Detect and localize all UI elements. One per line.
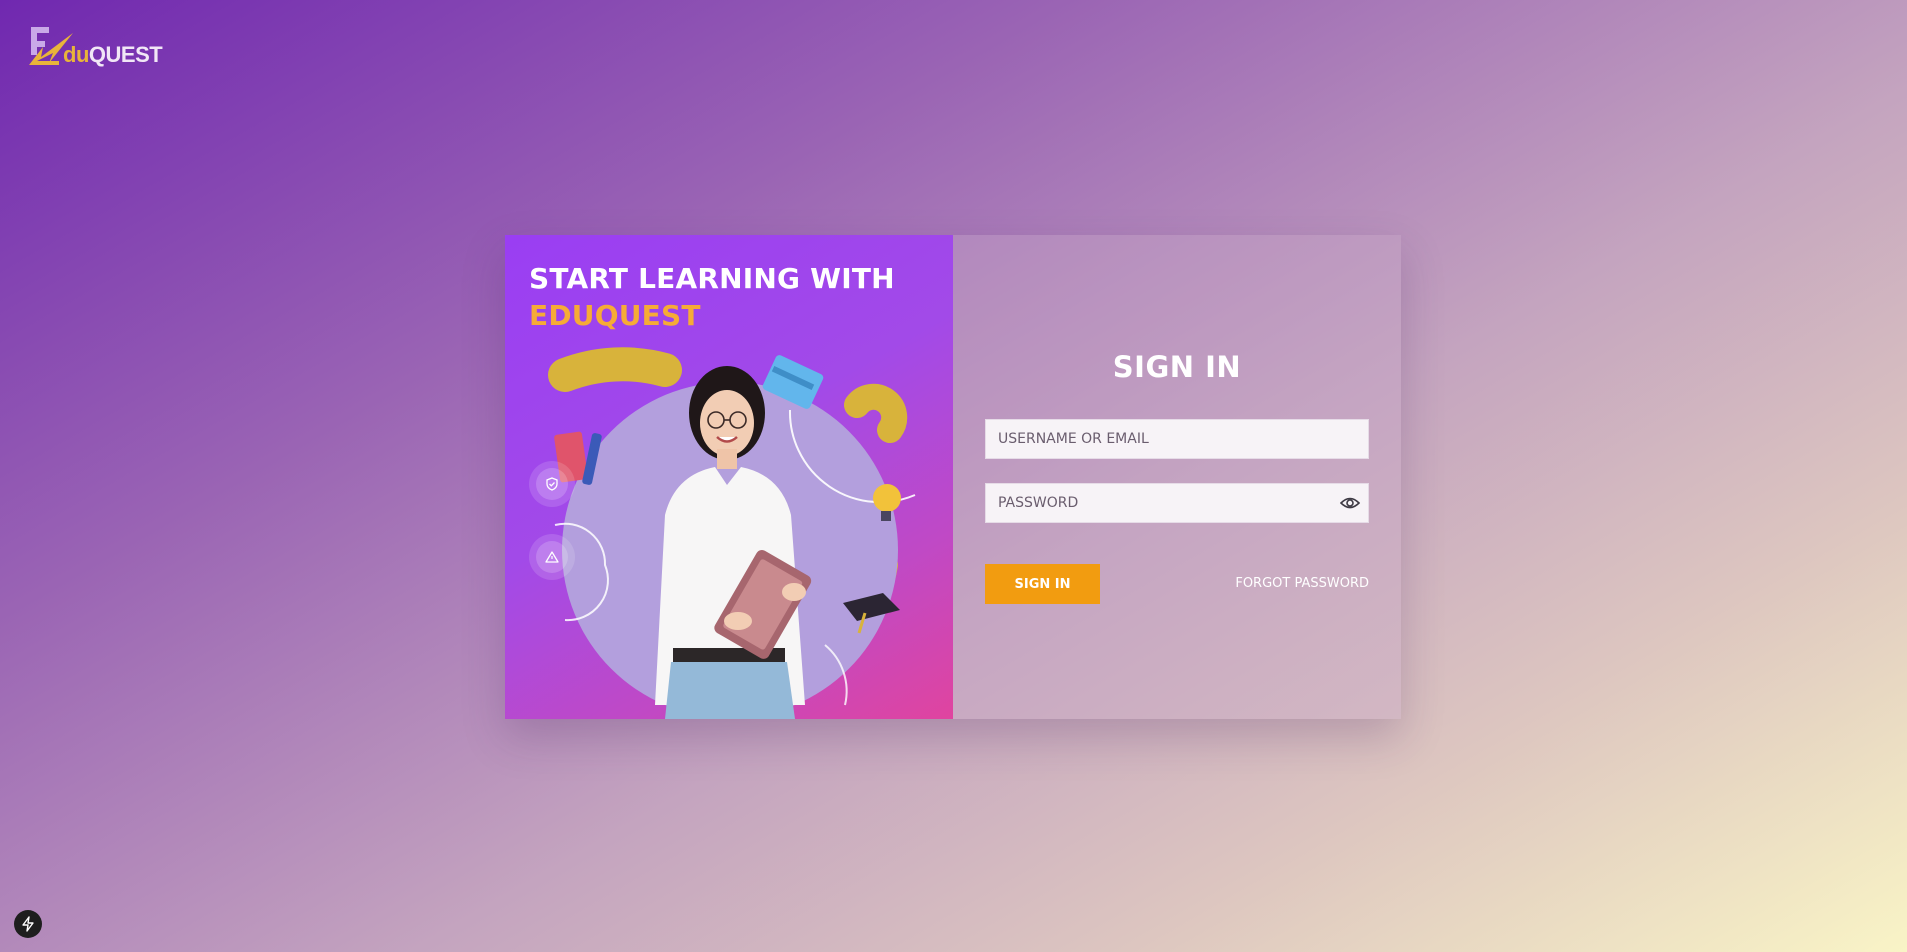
signin-panel: SIGN IN SIGN IN FORGOT PASSWORD xyxy=(953,235,1401,719)
show-password-toggle[interactable] xyxy=(1339,493,1361,513)
lightning-bolt-icon xyxy=(22,916,34,932)
shield-check-icon xyxy=(546,477,558,491)
warning-triangle-icon xyxy=(545,551,559,563)
shield-badge xyxy=(529,461,575,507)
signin-title: SIGN IN xyxy=(1112,350,1242,384)
forgot-password-link[interactable]: FORGOT PASSWORD xyxy=(1235,576,1369,591)
brand-wordmark-quest: QUEST xyxy=(88,42,163,67)
login-card: START LEARNING WITH EDUQUEST SIGN IN USE… xyxy=(505,235,1401,719)
signin-button[interactable]: SIGN IN xyxy=(985,564,1100,604)
warning-badge xyxy=(529,534,575,580)
brand-logo[interactable]: duQUEST xyxy=(29,25,169,69)
password-input[interactable] xyxy=(985,483,1369,523)
username-input[interactable] xyxy=(985,419,1369,459)
dev-tools-button[interactable] xyxy=(14,910,42,938)
brand-wordmark-du: du xyxy=(63,42,89,67)
eye-icon xyxy=(1340,497,1360,509)
hero-panel: START LEARNING WITH EDUQUEST xyxy=(505,235,953,719)
brand-wordmark: duQUEST xyxy=(63,42,163,68)
